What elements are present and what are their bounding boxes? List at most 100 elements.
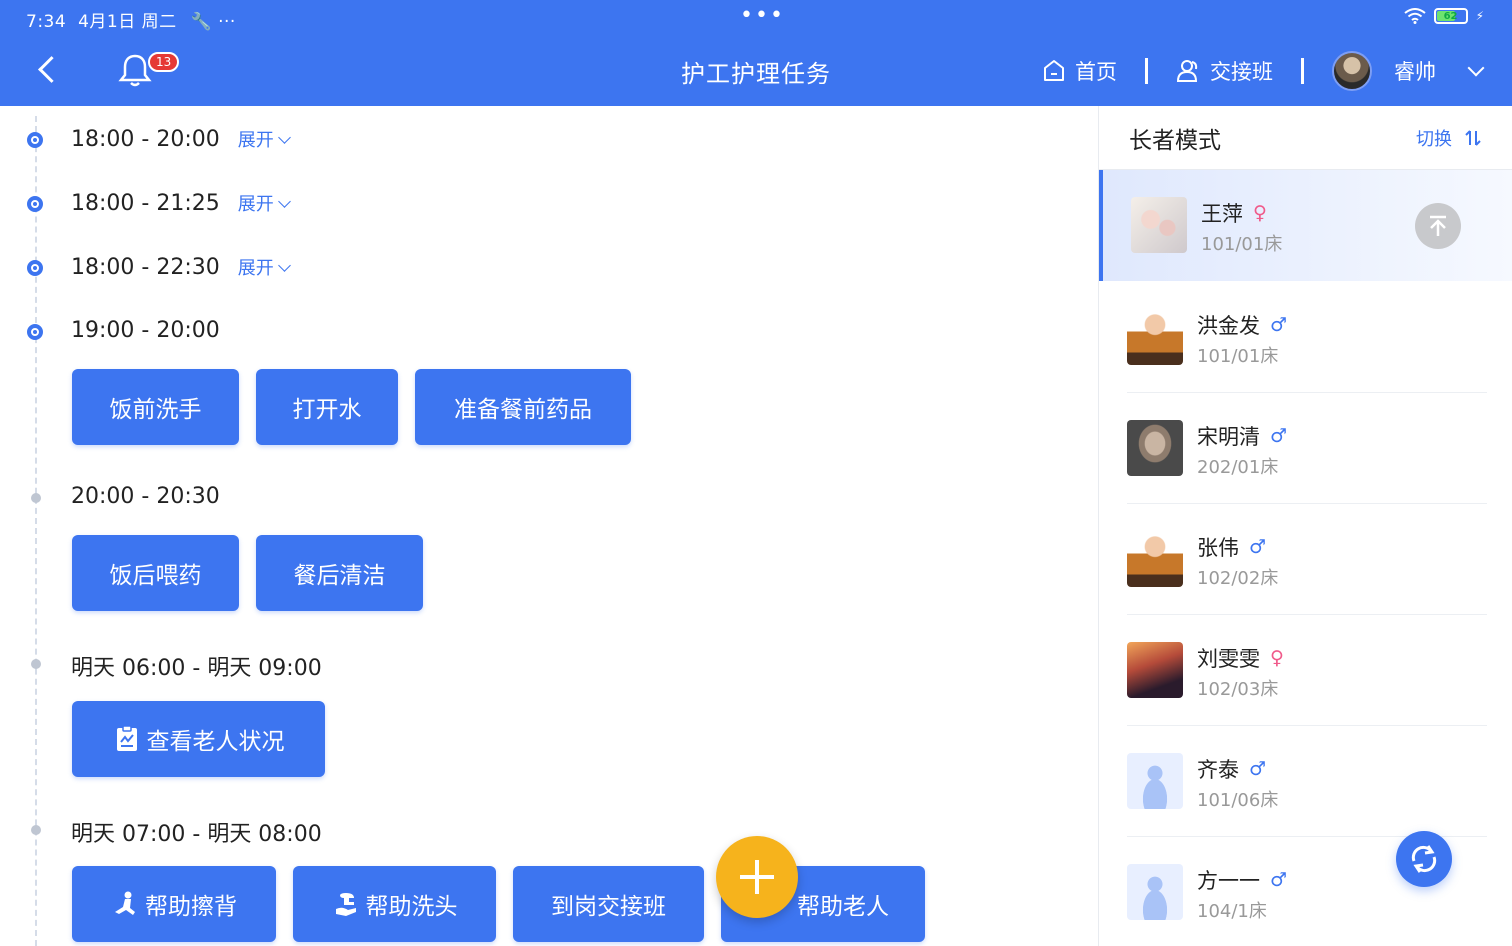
resident-name: 齐泰 [1197, 758, 1239, 782]
task-label: 饭后喂药 [109, 563, 202, 589]
sort-arrows-icon [1465, 129, 1481, 146]
task-button[interactable]: 打开水 [256, 369, 398, 445]
time-slot-label: 18:00 - 21:25 [71, 190, 220, 216]
time-slot: 18:00 - 22:30 展开 [71, 254, 289, 280]
user-avatar [1332, 51, 1372, 91]
expand-toggle[interactable]: 展开 [238, 254, 289, 280]
nav-divider [1145, 58, 1148, 84]
refresh-button[interactable] [1396, 831, 1452, 887]
more-status-icon: ··· [218, 12, 236, 32]
home-icon [1044, 60, 1064, 81]
status-time: 7:34 4月1日 周二 🔧 ··· [26, 7, 236, 32]
male-icon: ♂ [1249, 758, 1267, 780]
timeline-dot [31, 825, 41, 835]
timeline-line [35, 116, 37, 946]
task-button[interactable]: 饭后喂药 [72, 535, 239, 611]
resident-name: 刘雯雯 [1197, 647, 1260, 671]
task-label: 到岗交接班 [551, 894, 666, 920]
task-label: 打开水 [292, 397, 362, 423]
resident-item[interactable]: 王萍 ♀ 101/01床 [1099, 170, 1512, 281]
resident-bed: 101/01床 [1201, 234, 1283, 255]
resident-name-row: 宋明清 ♂ [1197, 421, 1287, 451]
resident-item[interactable]: 洪金发 ♂ 101/01床 [1099, 282, 1512, 393]
default-avatar-icon [1127, 753, 1183, 809]
resident-avatar [1127, 642, 1183, 698]
resident-avatar [1131, 197, 1187, 253]
resident-bed: 101/06床 [1197, 790, 1279, 811]
panel-header: 长者模式 切换 [1099, 106, 1512, 170]
refresh-icon [1411, 845, 1437, 873]
status-bar: 7:34 4月1日 周二 🔧 ··· ••• 62 ⚡ [0, 0, 1512, 36]
users-icon [1176, 60, 1198, 82]
pin-top-button[interactable] [1415, 203, 1461, 249]
resident-name-row: 齐泰 ♂ [1197, 754, 1266, 784]
app-header: 7:34 4月1日 周二 🔧 ··· ••• 62 ⚡ 13 护工护理任务 首页… [0, 0, 1512, 106]
resident-bed: 202/01床 [1197, 457, 1279, 478]
time-slot: 明天 07:00 - 明天 08:00 [71, 816, 322, 848]
handover-label: 交接班 [1210, 60, 1273, 84]
clock-text: 7:34 [26, 12, 67, 32]
user-menu[interactable]: 睿帅 [1332, 51, 1485, 91]
chevron-down-icon [1467, 59, 1485, 77]
timeline-dot [31, 659, 41, 669]
resident-bed: 101/01床 [1197, 346, 1279, 367]
user-name: 睿帅 [1394, 60, 1436, 84]
battery-level: 62 [1443, 10, 1458, 22]
male-icon: ♂ [1270, 425, 1288, 447]
task-button[interactable]: 准备餐前药品 [415, 369, 631, 445]
task-button[interactable]: 查看老人状况 [72, 701, 325, 777]
female-icon: ♀ [1253, 202, 1267, 224]
time-slot-label: 20:00 - 20:30 [71, 484, 220, 509]
time-slot-label: 明天 07:00 - 明天 08:00 [71, 822, 322, 847]
task-button[interactable]: 帮助擦背 [72, 866, 276, 942]
timeline-dot [27, 132, 43, 148]
timeline-dot [31, 493, 41, 503]
switch-mode-button[interactable]: 切换 [1416, 125, 1482, 151]
task-button[interactable]: 餐后清洁 [256, 535, 423, 611]
resident-bed: 102/03床 [1197, 679, 1279, 700]
wifi-icon [1403, 8, 1426, 24]
default-avatar-icon [1127, 864, 1183, 920]
time-slot: 19:00 - 20:00 [71, 318, 220, 343]
resident-name-row: 王萍 ♀ [1201, 198, 1267, 228]
task-label: 查看老人状况 [146, 729, 285, 755]
timeline-dot [27, 324, 43, 340]
resident-item[interactable]: 宋明清 ♂ 202/01床 [1099, 393, 1512, 504]
task-label: 准备餐前药品 [454, 397, 592, 423]
multiwindow-dots[interactable]: ••• [740, 3, 785, 28]
task-button[interactable]: 饭前洗手 [72, 369, 239, 445]
wrench-icon: 🔧 [190, 12, 213, 32]
charging-icon: ⚡ [1475, 9, 1484, 23]
resident-item[interactable]: 张伟 ♂ 102/02床 [1099, 504, 1512, 615]
task-label: 餐后清洁 [293, 563, 386, 589]
expand-toggle[interactable]: 展开 [238, 190, 289, 216]
task-timeline: 18:00 - 20:00 展开 18:00 - 21:25 展开 18:00 … [0, 106, 1098, 946]
time-slot-label: 明天 06:00 - 明天 09:00 [71, 656, 322, 681]
male-icon: ♂ [1270, 314, 1288, 336]
task-label: 帮助老人 [797, 894, 889, 920]
back-rub-icon [115, 891, 135, 915]
expand-toggle[interactable]: 展开 [238, 126, 289, 152]
home-label: 首页 [1075, 60, 1117, 84]
resident-item[interactable]: 齐泰 ♂ 101/06床 [1099, 726, 1512, 837]
time-slot: 18:00 - 20:00 展开 [71, 126, 289, 152]
resident-name: 方一一 [1197, 869, 1260, 893]
handover-link[interactable]: 交接班 [1176, 56, 1273, 86]
resident-name: 王萍 [1201, 202, 1243, 226]
resident-name-row: 刘雯雯 ♀ [1197, 643, 1284, 673]
resident-name: 张伟 [1197, 536, 1239, 560]
male-icon: ♂ [1249, 536, 1267, 558]
task-button[interactable]: 帮助洗头 [293, 866, 496, 942]
male-icon: ♂ [1270, 869, 1288, 891]
timeline-dot [27, 196, 43, 212]
task-label: 帮助擦背 [145, 894, 237, 920]
clipboard-icon [116, 725, 137, 751]
resident-item[interactable]: 刘雯雯 ♀ 102/03床 [1099, 615, 1512, 726]
date-text: 4月1日 周二 [78, 12, 177, 32]
task-button[interactable]: 到岗交接班 [513, 866, 704, 942]
home-link[interactable]: 首页 [1041, 56, 1117, 86]
add-task-button[interactable] [716, 836, 798, 918]
time-slot: 明天 06:00 - 明天 09:00 [71, 650, 322, 682]
resident-name-row: 张伟 ♂ [1197, 532, 1266, 562]
resident-bed: 104/1床 [1197, 901, 1267, 922]
